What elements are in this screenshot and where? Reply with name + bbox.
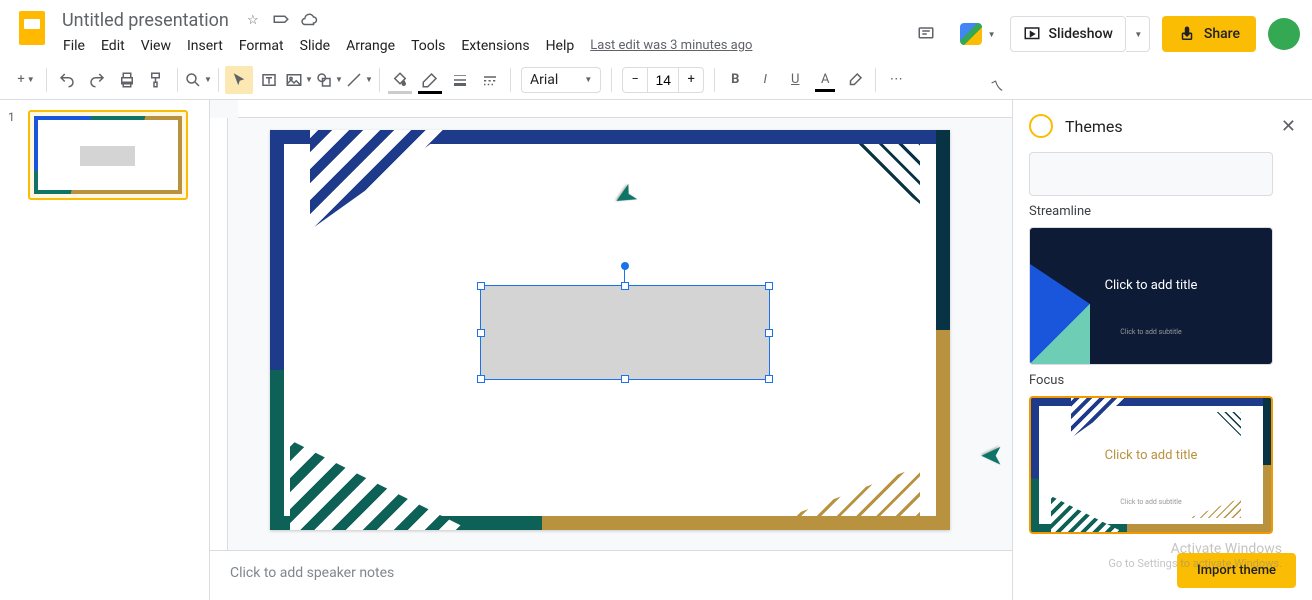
resize-handle[interactable] bbox=[621, 282, 629, 290]
theme-label: Focus bbox=[1029, 373, 1296, 388]
themes-panel: Themes ✕ Streamline Click to add title C… bbox=[1012, 100, 1312, 600]
theme-card-focus[interactable]: Click to add title Click to add subtitle bbox=[1029, 227, 1273, 365]
rotation-handle[interactable] bbox=[621, 262, 629, 270]
slideshow-button[interactable]: Slideshow bbox=[1010, 16, 1126, 52]
zoom-icon[interactable]: ▼ bbox=[184, 66, 212, 94]
border-color-icon[interactable] bbox=[416, 66, 444, 94]
paint-format-icon[interactable] bbox=[143, 66, 171, 94]
toolbar: +▼ ▼ ▼ ▼ ▼ Arial▼ − + B I U A ⋯ bbox=[0, 60, 1312, 100]
speaker-notes[interactable]: Click to add speaker notes bbox=[210, 550, 1012, 600]
filmstrip: 1 bbox=[0, 100, 210, 600]
font-size-input[interactable] bbox=[647, 68, 679, 92]
comments-icon[interactable] bbox=[906, 14, 946, 54]
italic-icon[interactable]: I bbox=[751, 66, 779, 94]
resize-handle[interactable] bbox=[765, 375, 773, 383]
theme-label: Streamline bbox=[1029, 204, 1296, 219]
menu-arrange[interactable]: Arrange bbox=[339, 34, 402, 58]
border-dash-icon[interactable] bbox=[476, 66, 504, 94]
theme-card[interactable] bbox=[1029, 152, 1273, 196]
select-tool-icon[interactable] bbox=[225, 66, 253, 94]
horizontal-ruler bbox=[238, 100, 1012, 118]
themes-title: Themes bbox=[1065, 117, 1269, 136]
theme-preview-subtitle: Click to add subtitle bbox=[1031, 498, 1271, 506]
font-select[interactable]: Arial▼ bbox=[521, 67, 601, 93]
more-tools-icon[interactable]: ⋯ bbox=[882, 66, 910, 94]
share-label: Share bbox=[1204, 26, 1240, 42]
highlight-icon[interactable] bbox=[841, 66, 869, 94]
star-icon[interactable]: ☆ bbox=[243, 10, 263, 30]
resize-handle[interactable] bbox=[765, 282, 773, 290]
thumb-number: 1 bbox=[8, 110, 20, 200]
shape-icon[interactable]: ▼ bbox=[315, 66, 343, 94]
menu-file[interactable]: File bbox=[56, 34, 92, 58]
textbox-icon[interactable] bbox=[255, 66, 283, 94]
resize-handle[interactable] bbox=[621, 375, 629, 383]
theme-preview-subtitle: Click to add subtitle bbox=[1030, 328, 1272, 336]
print-icon[interactable] bbox=[113, 66, 141, 94]
doc-title[interactable]: Untitled presentation bbox=[56, 8, 235, 33]
slides-logo[interactable] bbox=[12, 8, 52, 48]
redo-icon[interactable] bbox=[83, 66, 111, 94]
meet-icon[interactable]: ▼ bbox=[958, 14, 998, 54]
undo-icon[interactable] bbox=[53, 66, 81, 94]
annotation-arrow-icon: ➤ bbox=[980, 440, 1003, 473]
selected-shape[interactable] bbox=[480, 285, 770, 380]
vertical-ruler bbox=[210, 118, 228, 600]
font-size-increase[interactable]: + bbox=[679, 68, 703, 92]
theme-preview-title: Click to add title bbox=[1030, 278, 1272, 293]
slide-thumbnail[interactable] bbox=[28, 110, 188, 200]
slideshow-dropdown[interactable]: ▼ bbox=[1126, 16, 1150, 52]
resize-handle[interactable] bbox=[765, 329, 773, 337]
palette-icon bbox=[1029, 114, 1053, 138]
menu-edit[interactable]: Edit bbox=[94, 34, 132, 58]
underline-icon[interactable]: U bbox=[781, 66, 809, 94]
resize-handle[interactable] bbox=[477, 282, 485, 290]
font-size-decrease[interactable]: − bbox=[623, 68, 647, 92]
resize-handle[interactable] bbox=[477, 329, 485, 337]
menu-slide[interactable]: Slide bbox=[293, 34, 337, 58]
close-icon[interactable]: ✕ bbox=[1281, 116, 1296, 137]
menu-extensions[interactable]: Extensions bbox=[454, 34, 536, 58]
theme-card-shift[interactable]: Click to add title Click to add subtitle bbox=[1029, 396, 1273, 534]
collapse-toolbar-icon[interactable]: ㄟ bbox=[990, 76, 1004, 96]
image-icon[interactable]: ▼ bbox=[285, 66, 313, 94]
bold-icon[interactable]: B bbox=[721, 66, 749, 94]
menu-view[interactable]: View bbox=[134, 34, 178, 58]
canvas[interactable]: ➤ ➤ Click to add speaker notes bbox=[210, 100, 1012, 600]
text-color-icon[interactable]: A bbox=[811, 66, 839, 94]
avatar[interactable] bbox=[1268, 18, 1300, 50]
border-weight-icon[interactable] bbox=[446, 66, 474, 94]
last-edit-link[interactable]: Last edit was 3 minutes ago bbox=[583, 34, 759, 58]
import-theme-button[interactable]: Import theme bbox=[1177, 553, 1296, 588]
fill-color-icon[interactable] bbox=[386, 66, 414, 94]
line-icon[interactable]: ▼ bbox=[345, 66, 373, 94]
share-button[interactable]: Share bbox=[1162, 16, 1256, 52]
theme-preview-title: Click to add title bbox=[1031, 448, 1271, 463]
menubar: File Edit View Insert Format Slide Arran… bbox=[56, 34, 906, 58]
menu-format[interactable]: Format bbox=[232, 34, 291, 58]
slide[interactable] bbox=[270, 130, 950, 530]
move-icon[interactable] bbox=[271, 10, 291, 30]
new-slide-button[interactable]: +▼ bbox=[12, 66, 40, 94]
font-name: Arial bbox=[530, 72, 558, 88]
cloud-icon[interactable] bbox=[299, 10, 319, 30]
menu-insert[interactable]: Insert bbox=[180, 34, 230, 58]
resize-handle[interactable] bbox=[477, 375, 485, 383]
menu-tools[interactable]: Tools bbox=[404, 34, 452, 58]
slideshow-label: Slideshow bbox=[1049, 26, 1113, 42]
menu-help[interactable]: Help bbox=[539, 34, 582, 58]
